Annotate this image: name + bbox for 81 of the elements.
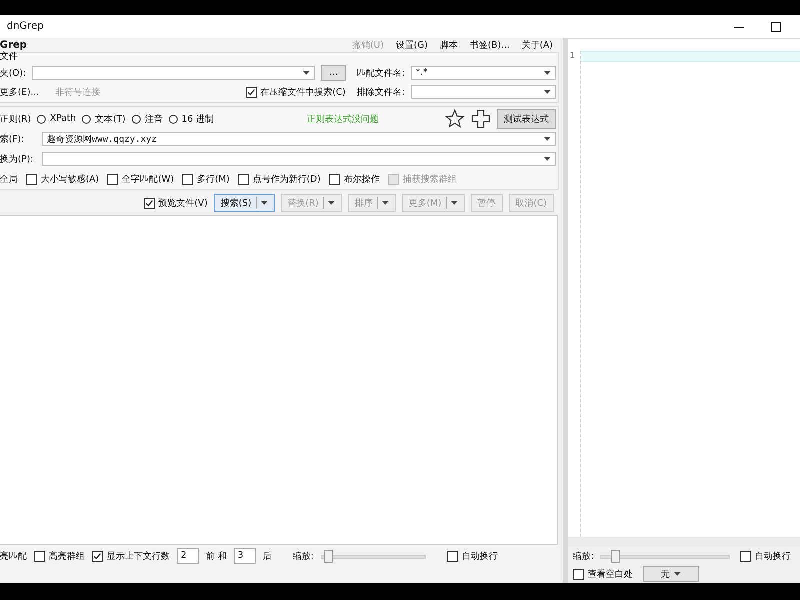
checkbox[interactable]	[34, 550, 45, 562]
caret-icon	[544, 90, 551, 94]
lines-label: 前 和	[206, 550, 227, 562]
menu-item[interactable]: 关于(A)	[522, 38, 553, 52]
line-number: 1	[569, 51, 576, 61]
exclude-label: 排除文件名:	[356, 86, 405, 98]
checkbox-label: 预览文件(V)	[158, 198, 208, 210]
radio-label: XPath	[50, 114, 76, 124]
checkbox[interactable]	[246, 86, 257, 98]
checkbox-label: 多行(M)	[197, 174, 230, 186]
checkbox[interactable]	[238, 174, 249, 184]
checkbox-label: 捕获搜索群组	[402, 174, 457, 186]
zoom-slider[interactable]	[600, 550, 730, 562]
file-pattern-field[interactable]: *.*	[411, 66, 556, 80]
checkbox-label: 全字匹配(W)	[122, 174, 174, 186]
checkbox-label: 大小写敏感(A)	[41, 174, 100, 186]
plus-icon[interactable]	[471, 109, 491, 129]
lines-label: 后	[262, 550, 272, 562]
slider-thumb[interactable]	[324, 550, 334, 563]
checkbox[interactable]	[328, 174, 340, 184]
folder-label: 夹(O):	[0, 68, 26, 80]
checkbox-label: 全局	[0, 174, 18, 186]
star-icon[interactable]	[445, 109, 465, 129]
checkbox[interactable]	[740, 550, 752, 562]
search-field[interactable]: 趣奇资源网www.qqzy.xyz	[42, 132, 556, 146]
horizontal-scrollbar[interactable]	[568, 537, 800, 547]
checkbox-label: 自动换行	[755, 550, 792, 562]
checkbox-label: 在压缩文件中搜索(C)	[260, 86, 346, 98]
zoom-label: 缩放:	[292, 550, 314, 562]
caret-icon	[674, 572, 681, 576]
checkbox-label: 布尔操作	[344, 174, 380, 186]
caret-icon	[544, 71, 551, 75]
checkbox[interactable]	[446, 550, 458, 562]
menu-item[interactable]: 书签(B)...	[470, 38, 510, 52]
radio-label: 文本(T)	[95, 114, 126, 126]
test-expression-button[interactable]: 测试表达式	[497, 109, 556, 129]
menu-item[interactable]: 设置(G)	[396, 38, 428, 52]
group-title: 文件	[0, 52, 19, 62]
app-title: Grep	[0, 40, 28, 50]
window-title: dnGrep	[7, 21, 44, 32]
replace-field[interactable]	[42, 152, 556, 166]
radio-button[interactable]	[82, 114, 92, 124]
radio-button[interactable]	[37, 114, 46, 124]
regex-status: 正则表达式没问题	[307, 114, 379, 126]
exclude-field[interactable]	[411, 85, 556, 99]
after-lines-field[interactable]: 3	[234, 548, 256, 564]
checkbox-label: 显示上下文行数	[107, 550, 170, 562]
checkbox-label: 点号作为新行(D)	[252, 174, 321, 186]
radio-label: 16 进制	[182, 114, 214, 126]
caret-icon	[544, 137, 551, 141]
zoom-label: 缩放:	[573, 550, 594, 562]
checkbox[interactable]	[107, 174, 118, 184]
browse-button[interactable]: ...	[321, 65, 346, 81]
more-link[interactable]: 更多(E)...	[0, 86, 40, 98]
maximize-icon[interactable]	[771, 22, 781, 32]
search-label: 索(F):	[0, 134, 26, 146]
folder-field[interactable]	[32, 66, 316, 80]
checkbox-label: 查看空白处	[588, 568, 633, 580]
checkbox[interactable]	[144, 198, 155, 208]
checkbox[interactable]	[92, 550, 103, 562]
menu-item[interactable]: 脚本	[440, 38, 458, 52]
checkbox-label: 亮匹配	[0, 550, 27, 562]
slider-thumb[interactable]	[611, 550, 620, 563]
radio-button[interactable]	[132, 114, 141, 124]
encoding-dropdown[interactable]: 无	[643, 566, 699, 582]
zoom-slider[interactable]	[320, 550, 426, 562]
radio-label: 注音	[144, 114, 163, 126]
caret-icon	[544, 157, 551, 161]
radio-label: 正则(R)	[0, 114, 32, 126]
before-lines-field[interactable]: 2	[177, 548, 199, 564]
checkbox-label: 自动换行	[462, 550, 498, 562]
symlink-label: 非符号连接	[55, 86, 100, 98]
checkbox[interactable]	[182, 174, 194, 184]
radio-button[interactable]	[168, 114, 178, 124]
caret-icon	[303, 71, 310, 75]
file-pattern-label: 匹配文件名:	[356, 68, 405, 80]
checkbox[interactable]	[26, 174, 37, 184]
toolbar-button[interactable]: 搜索(S)	[214, 194, 275, 212]
checkbox[interactable]	[573, 568, 584, 580]
replace-label: 换为(P):	[0, 154, 34, 166]
checkbox-label: 高亮群组	[49, 550, 85, 562]
